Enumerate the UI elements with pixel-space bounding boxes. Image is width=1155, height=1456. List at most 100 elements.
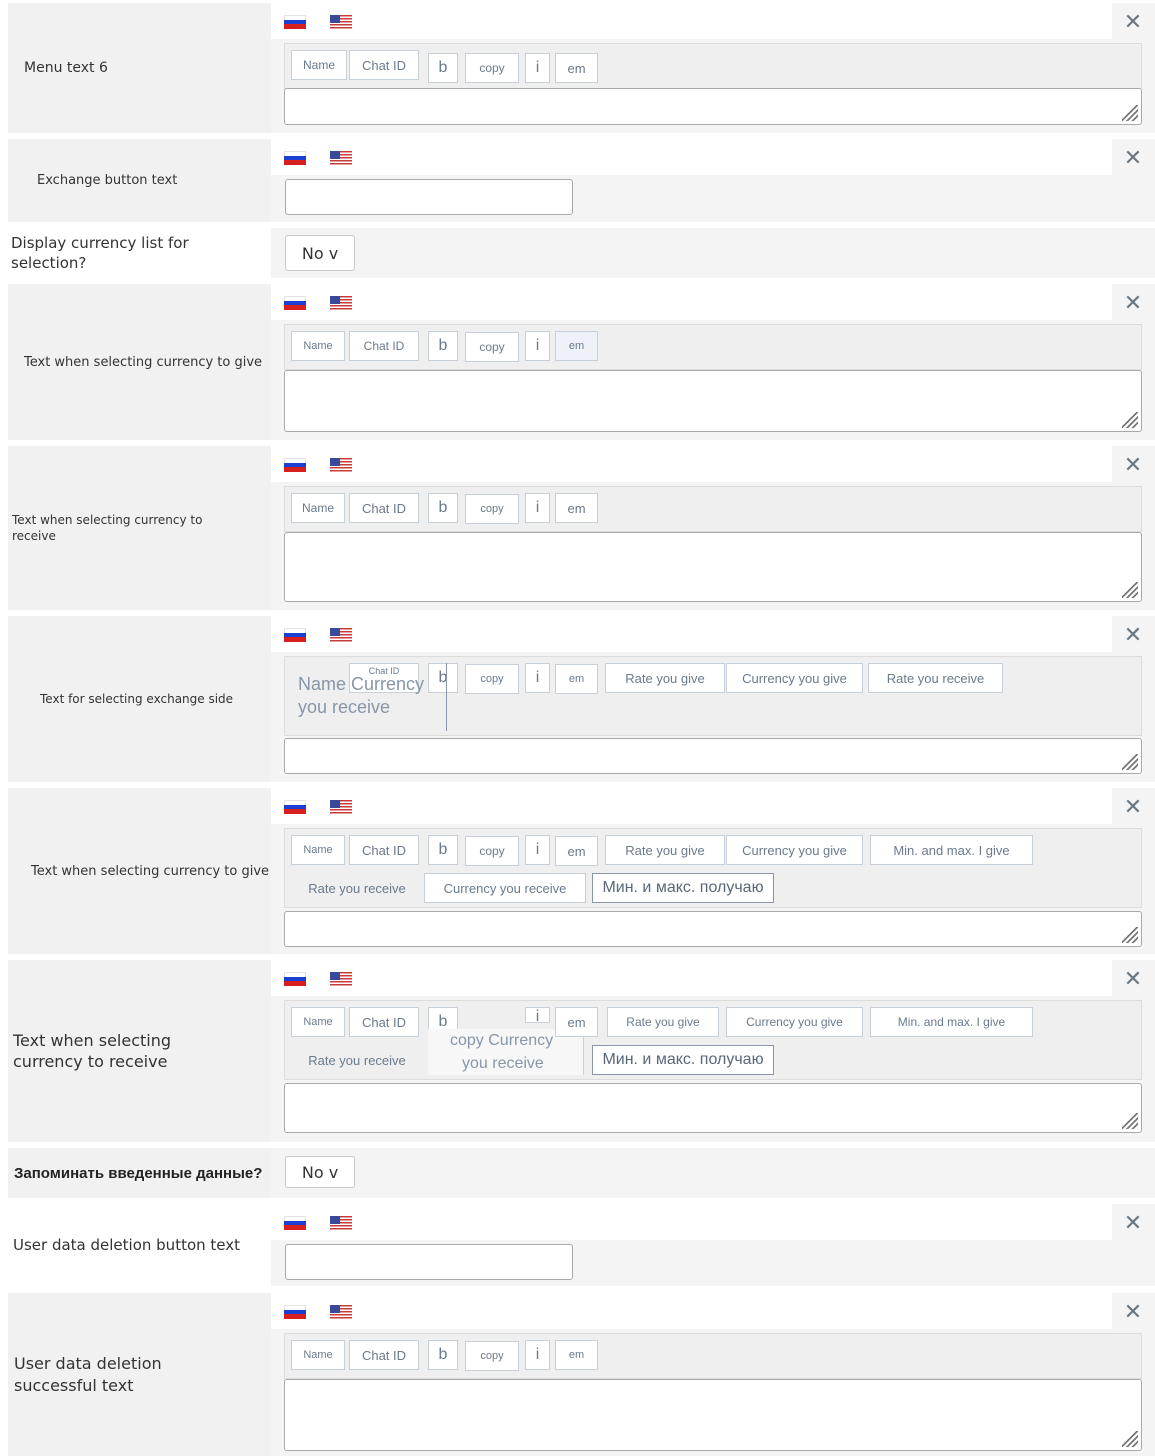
rate-receive-button[interactable]: Rate you receive	[291, 1045, 423, 1075]
currency-give-button[interactable]: Currency you give	[726, 835, 863, 865]
flag-ru-icon[interactable]	[284, 800, 306, 814]
italic-button[interactable]: i	[525, 331, 550, 361]
resize-grip-icon[interactable]	[1122, 927, 1138, 943]
em-button[interactable]: em	[555, 53, 598, 83]
flag-us-icon[interactable]	[330, 800, 352, 814]
flag-ru-icon[interactable]	[284, 972, 306, 986]
insert-name-button[interactable]: Name	[291, 331, 345, 361]
rate-give-button[interactable]: Rate you give	[605, 835, 725, 865]
italic-button[interactable]: i	[525, 493, 550, 523]
bold-button[interactable]: b	[428, 493, 458, 523]
em-button[interactable]: em	[555, 1340, 598, 1370]
copy-button[interactable]: copy	[465, 836, 519, 866]
text-area[interactable]	[284, 738, 1142, 774]
rate-receive-button[interactable]: Rate you receive	[291, 873, 423, 903]
flag-us-icon[interactable]	[330, 972, 352, 986]
insert-name-button[interactable]: Name	[291, 50, 347, 80]
text-area[interactable]	[284, 1379, 1142, 1451]
yes-no-select[interactable]: No v	[285, 1156, 355, 1188]
flag-us-icon[interactable]	[330, 458, 352, 472]
insert-chatid-button[interactable]: Chat ID	[349, 1007, 419, 1037]
flag-us-icon[interactable]	[330, 628, 352, 642]
insert-chatid-button[interactable]: Chat ID	[349, 50, 419, 80]
em-button[interactable]: em	[555, 1007, 598, 1037]
flag-us-icon[interactable]	[330, 151, 352, 165]
flag-us-icon[interactable]	[330, 296, 352, 310]
insert-chatid-button[interactable]: Chat ID	[349, 835, 419, 865]
flag-ru-icon[interactable]	[284, 151, 306, 165]
italic-button[interactable]: i	[525, 53, 550, 83]
close-icon[interactable]: ✕	[1123, 969, 1143, 991]
text-area[interactable]	[284, 911, 1142, 947]
italic-button[interactable]: i	[525, 1007, 550, 1025]
insert-toolbar: Name Chat ID b copy i em	[284, 1333, 1142, 1379]
copy-button[interactable]: copy	[465, 1341, 519, 1371]
close-icon[interactable]: ✕	[1123, 625, 1143, 647]
insert-name-button[interactable]: Name	[291, 1007, 345, 1037]
rate-give-button[interactable]: Rate you give	[605, 663, 725, 693]
flag-ru-icon[interactable]	[284, 15, 306, 29]
resize-grip-icon[interactable]	[1122, 1113, 1138, 1129]
resize-grip-icon[interactable]	[1122, 412, 1138, 428]
resize-grip-icon[interactable]	[1122, 754, 1138, 770]
copy-button[interactable]: copy	[465, 494, 519, 524]
bold-button[interactable]: b	[428, 1340, 458, 1370]
rate-give-button[interactable]: Rate you give	[607, 1007, 719, 1037]
close-icon[interactable]: ✕	[1123, 12, 1143, 34]
close-icon[interactable]: ✕	[1123, 797, 1143, 819]
flag-us-icon[interactable]	[330, 1216, 352, 1230]
close-icon[interactable]: ✕	[1123, 455, 1143, 477]
italic-button[interactable]: i	[525, 835, 550, 865]
flag-ru-icon[interactable]	[284, 1216, 306, 1230]
text-area[interactable]	[284, 1083, 1142, 1133]
close-icon[interactable]: ✕	[1123, 1213, 1143, 1235]
minmax-give-button[interactable]: Min. and max. I give	[870, 835, 1033, 865]
currency-receive-button[interactable]: Currency you receive	[424, 873, 586, 903]
insert-chatid-button[interactable]: Chat ID	[349, 331, 419, 361]
minmax-receive-button[interactable]: Мин. и макс. получаю	[592, 873, 774, 903]
yes-no-select[interactable]: No v	[285, 235, 355, 271]
insert-name-currency-button[interactable]: Name Currency you receive	[290, 663, 447, 731]
em-button[interactable]: em	[555, 664, 598, 694]
insert-chatid-button[interactable]: Chat ID	[349, 493, 419, 523]
flag-ru-icon[interactable]	[284, 628, 306, 642]
insert-name-button[interactable]: Name	[291, 1340, 345, 1370]
copy-button[interactable]: copy	[465, 664, 519, 694]
em-button[interactable]: em	[555, 493, 598, 523]
insert-toolbar: Name Chat ID b copy i em	[284, 43, 1142, 89]
rate-receive-button[interactable]: Rate you receive	[868, 663, 1003, 693]
close-icon[interactable]: ✕	[1123, 148, 1143, 170]
italic-button[interactable]: i	[525, 663, 550, 693]
copy-button[interactable]: copy	[465, 53, 519, 83]
copy-button[interactable]: copy	[465, 332, 519, 362]
flag-ru-icon[interactable]	[284, 296, 306, 310]
em-button[interactable]: em	[555, 836, 598, 866]
flag-ru-icon[interactable]	[284, 458, 306, 472]
bold-button[interactable]: b	[428, 331, 458, 361]
close-icon[interactable]: ✕	[1123, 293, 1143, 315]
insert-chatid-button[interactable]: Chat ID	[349, 1340, 419, 1370]
minmax-receive-button[interactable]: Мин. и макс. получаю	[592, 1045, 774, 1075]
close-icon[interactable]: ✕	[1123, 1302, 1143, 1324]
insert-name-button[interactable]: Name	[291, 835, 345, 865]
language-bar	[271, 139, 1112, 175]
text-input[interactable]	[285, 1244, 573, 1280]
italic-button[interactable]: i	[525, 1340, 550, 1370]
currency-give-button[interactable]: Currency you give	[726, 663, 863, 693]
em-button[interactable]: em	[555, 331, 598, 361]
flag-ru-icon[interactable]	[284, 1305, 306, 1319]
resize-grip-icon[interactable]	[1122, 1431, 1138, 1447]
text-area[interactable]	[284, 370, 1142, 432]
insert-name-button[interactable]: Name	[291, 493, 345, 523]
flag-us-icon[interactable]	[330, 15, 352, 29]
text-input[interactable]	[285, 179, 573, 215]
currency-give-button[interactable]: Currency you give	[726, 1007, 863, 1037]
resize-grip-icon[interactable]	[1122, 582, 1138, 598]
bold-button[interactable]: b	[428, 53, 458, 83]
text-area[interactable]	[284, 88, 1142, 125]
flag-us-icon[interactable]	[330, 1305, 352, 1319]
text-area[interactable]	[284, 532, 1142, 602]
bold-button[interactable]: b	[428, 835, 458, 865]
resize-grip-icon[interactable]	[1122, 105, 1138, 121]
minmax-give-button[interactable]: Min. and max. I give	[870, 1007, 1033, 1037]
